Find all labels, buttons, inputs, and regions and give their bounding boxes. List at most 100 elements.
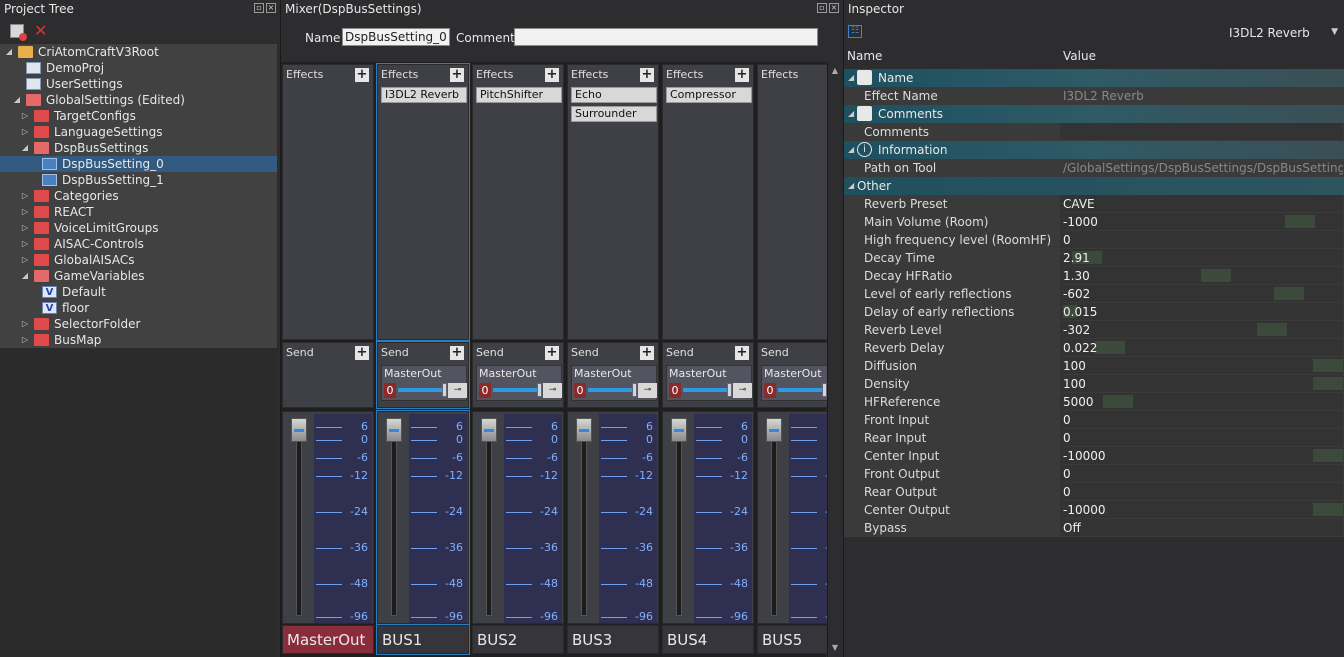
parameter-value[interactable]: 2.91 [1060,249,1343,266]
add-send-button[interactable]: + [735,346,749,360]
add-effect-button[interactable]: + [735,68,749,82]
add-send-button[interactable]: + [640,346,654,360]
send-value[interactable]: 0 [384,383,396,398]
parameter-value[interactable]: -302 [1060,321,1343,338]
volume-fader-handle[interactable] [766,418,782,442]
parameter-value[interactable]: Off [1060,519,1343,536]
send-slider-handle[interactable] [727,383,732,397]
parameter-row[interactable]: Reverb Level -302 [844,321,1344,339]
send-slider-handle[interactable] [632,383,637,397]
scroll-down-icon[interactable]: ▼ [830,643,840,653]
expand-arrow-icon[interactable]: ▷ [20,316,30,332]
effect-selector[interactable]: I3DL2 Reverb [1229,26,1310,40]
tree-node[interactable]: DspBusSetting_0 [0,156,277,172]
expand-arrow-icon[interactable]: ▷ [20,220,30,236]
send-type-button[interactable]: ⊸ [543,383,562,398]
bus-name[interactable]: MasterOut [282,625,374,654]
parameter-value[interactable]: 0 [1060,231,1343,248]
send-slider-track[interactable] [588,388,634,392]
bus-name[interactable]: BUS2 [472,625,564,654]
tree-node[interactable]: ◢ GameVariables [0,268,277,284]
group-other[interactable]: ◢ Other [844,177,1344,195]
parameter-row[interactable]: Center Output -10000 [844,501,1344,519]
expand-arrow-icon[interactable]: ◢ [20,140,30,156]
volume-fader-track[interactable] [486,424,492,616]
parameter-row[interactable]: Delay of early reflections 0.015 [844,303,1344,321]
volume-fader-handle[interactable] [576,418,592,442]
parameter-value[interactable]: -10000 [1060,501,1343,518]
effect-item[interactable]: I3DL2 Reverb [381,87,467,103]
send-row[interactable]: MasterOut 0 ⊸ [666,365,752,401]
parameter-row[interactable]: Decay Time 2.91 [844,249,1344,267]
expand-arrow-icon[interactable]: ▷ [20,124,30,140]
parameter-value[interactable]: 0.022 [1060,339,1343,356]
collapse-arrow-icon[interactable]: ◢ [848,141,854,159]
parameter-value[interactable]: 5000 [1060,393,1343,410]
volume-fader-handle[interactable] [481,418,497,442]
volume-fader-handle[interactable] [671,418,687,442]
bus-name[interactable]: BUS1 [376,624,470,655]
tree-node[interactable]: DspBusSetting_1 [0,172,277,188]
parameter-value[interactable]: 0 [1060,483,1343,500]
parameter-row[interactable]: Reverb Delay 0.022 [844,339,1344,357]
comment-field[interactable] [514,28,818,46]
name-field[interactable] [342,28,450,46]
group-information[interactable]: ◢ i Information [844,141,1344,159]
parameter-row[interactable]: Rear Output 0 [844,483,1344,501]
tree-node[interactable]: ▷ Categories [0,188,277,204]
collapse-arrow-icon[interactable]: ◢ [848,69,854,87]
parameter-row[interactable]: Density 100 [844,375,1344,393]
parameter-row[interactable]: Decay HFRatio 1.30 [844,267,1344,285]
parameter-value[interactable]: 0.015 [1060,303,1343,320]
parameter-row[interactable]: HFReference 5000 [844,393,1344,411]
parameter-row[interactable]: Center Input -10000 [844,447,1344,465]
add-effect-button[interactable]: + [640,68,654,82]
add-item-icon[interactable] [10,24,27,41]
expand-arrow-icon[interactable]: ▷ [20,236,30,252]
tree-node[interactable]: ▷ GlobalAISACs [0,252,277,268]
tree-node[interactable]: V Default [0,284,277,300]
group-name[interactable]: ◢ Name [844,69,1344,87]
parameter-row[interactable]: Rear Input 0 [844,429,1344,447]
send-type-button[interactable]: ⊸ [733,383,752,398]
send-value[interactable]: 0 [479,383,491,398]
tree-node[interactable]: Vfloor [0,300,277,316]
group-comments[interactable]: ◢ Comments [844,105,1344,123]
parameter-row[interactable]: Front Input 0 [844,411,1344,429]
expand-arrow-icon[interactable]: ▷ [20,188,30,204]
parameter-value[interactable]: 0 [1060,429,1343,446]
send-type-button[interactable]: ⊸ [448,383,467,398]
value-slider-bar[interactable] [1257,323,1287,336]
delete-icon[interactable]: ✕ [34,23,47,39]
send-value[interactable]: 0 [764,383,776,398]
expand-arrow-icon[interactable]: ◢ [12,92,22,108]
expand-arrow-icon[interactable]: ◢ [4,44,14,60]
volume-fader-track[interactable] [676,424,682,616]
send-slider-track[interactable] [778,388,824,392]
tree-node[interactable]: ▷ AISAC-Controls [0,236,277,252]
tree-node[interactable]: ◢ GlobalSettings (Edited) [0,92,277,108]
add-send-button[interactable]: + [450,346,464,360]
send-slider-handle[interactable] [442,383,447,397]
float-icon[interactable]: ▫ [254,3,264,13]
send-slider-handle[interactable] [537,383,542,397]
add-effect-button[interactable]: + [545,68,559,82]
tree-node[interactable]: UserSettings [0,76,277,92]
add-send-button[interactable]: + [355,346,369,360]
grid-view-icon[interactable]: ☷ [848,25,862,38]
tree-node[interactable]: DemoProj [0,60,277,76]
parameter-row[interactable]: Front Output 0 [844,465,1344,483]
effect-item[interactable]: Compressor [666,87,752,103]
parameter-row[interactable]: Diffusion 100 [844,357,1344,375]
send-row[interactable]: MasterOut 0 ⊸ [571,365,657,401]
expand-arrow-icon[interactable]: ▷ [20,204,30,220]
collapse-arrow-icon[interactable]: ◢ [848,177,854,195]
collapse-arrow-icon[interactable]: ◢ [848,105,854,123]
expand-arrow-icon[interactable]: ▷ [20,332,30,348]
parameter-value[interactable]: 1.30 [1060,267,1343,284]
send-row[interactable]: MasterOut 0 ⊸ [381,365,467,401]
parameter-row[interactable]: High frequency level (RoomHF) 0 [844,231,1344,249]
send-slider-track[interactable] [398,388,444,392]
value-slider-bar[interactable] [1313,503,1343,516]
dropdown-arrow-icon[interactable]: ▼ [1331,27,1338,37]
